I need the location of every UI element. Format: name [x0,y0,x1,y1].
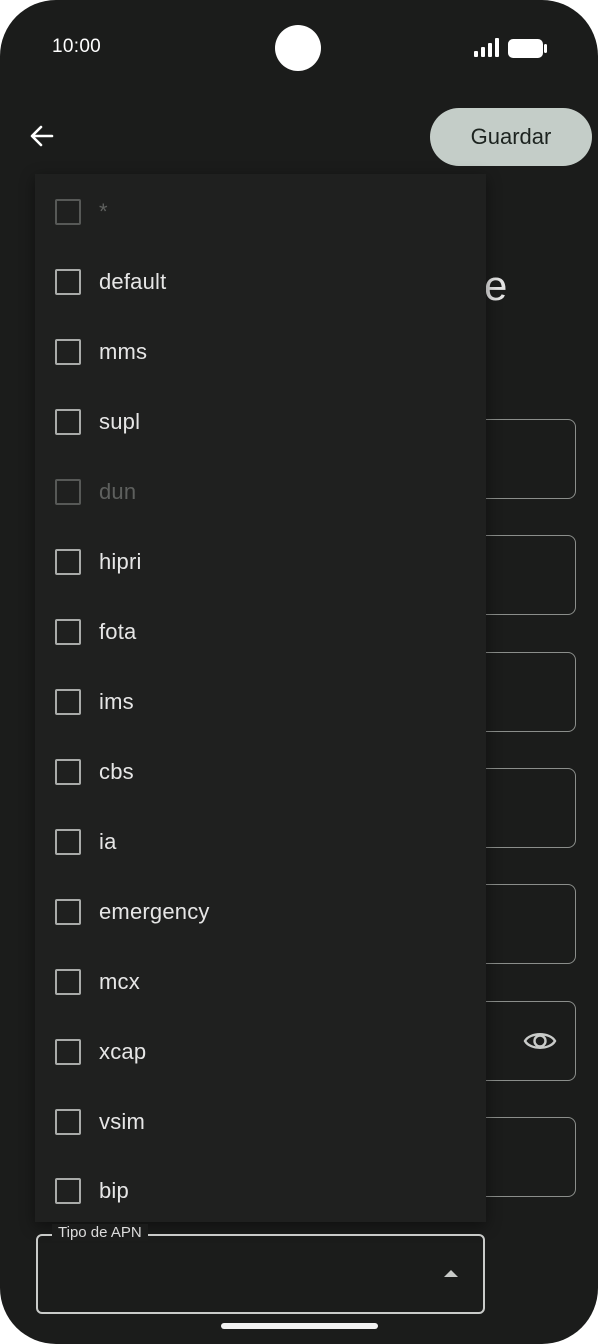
apn-type-field[interactable] [36,1234,485,1314]
menu-item-label: * [99,199,108,224]
menu-item-label: mcx [99,969,140,994]
save-button[interactable]: Guardar [430,108,592,166]
menu-item-label: bip [99,1178,129,1203]
checkbox[interactable] [55,619,81,645]
checkbox[interactable] [55,969,81,995]
checkbox [55,199,81,225]
checkbox [55,479,81,505]
checkbox[interactable] [55,339,81,365]
menu-item-label: supl [99,409,141,434]
menu-item-ims[interactable]: ims [35,667,486,737]
checkbox[interactable] [55,269,81,295]
menu-item-label: mms [99,339,148,364]
menu-item-label: ia [99,829,117,854]
menu-item-label: fota [99,619,137,644]
menu-item-label: ims [99,689,134,714]
checkbox[interactable] [55,1109,81,1135]
menu-item-bip[interactable]: bip [35,1156,486,1226]
checkbox[interactable] [55,1039,81,1065]
camera-cutout [275,25,321,71]
menu-item-default[interactable]: default [35,247,486,317]
cellular-signal-icon [474,38,499,57]
checkbox[interactable] [55,549,81,575]
checkbox[interactable] [55,1178,81,1204]
battery-icon [508,39,547,58]
menu-item-xcap[interactable]: xcap [35,1017,486,1087]
caret-up-icon[interactable] [444,1270,458,1277]
menu-item-cbs[interactable]: cbs [35,737,486,807]
menu-item-wildcard: * [35,177,486,247]
menu-item-label: dun [99,479,137,504]
menu-item-supl[interactable]: supl [35,387,486,457]
status-bar: 10:00 [0,0,598,96]
checkbox[interactable] [55,689,81,715]
menu-item-fota[interactable]: fota [35,597,486,667]
status-time: 10:00 [52,36,102,57]
checkbox[interactable] [55,409,81,435]
apn-type-dropdown-menu: * default mms supl dun hipri fota ims cb… [35,174,486,1222]
phone-screen: 10:00 Guardar e * default mms supl dun h… [0,0,598,1344]
checkbox[interactable] [55,829,81,855]
apn-type-field-label: Tipo de APN [52,1224,148,1241]
arrow-back-icon[interactable] [26,120,58,152]
menu-item-label: emergency [99,899,210,924]
menu-item-label: xcap [99,1039,147,1064]
menu-item-label: hipri [99,549,142,574]
menu-item-vsim[interactable]: vsim [35,1087,486,1157]
menu-item-mcx[interactable]: mcx [35,947,486,1017]
menu-item-label: default [99,269,167,294]
checkbox[interactable] [55,899,81,925]
menu-item-label: vsim [99,1109,146,1134]
page-title-fragment: e [484,262,508,309]
menu-item-ia[interactable]: ia [35,807,486,877]
menu-item-dun: dun [35,457,486,527]
menu-item-mms[interactable]: mms [35,317,486,387]
menu-item-label: cbs [99,759,134,784]
home-indicator[interactable] [221,1323,378,1329]
menu-item-emergency[interactable]: emergency [35,877,486,947]
checkbox[interactable] [55,759,81,785]
menu-item-hipri[interactable]: hipri [35,527,486,597]
eye-icon[interactable] [522,1026,558,1056]
